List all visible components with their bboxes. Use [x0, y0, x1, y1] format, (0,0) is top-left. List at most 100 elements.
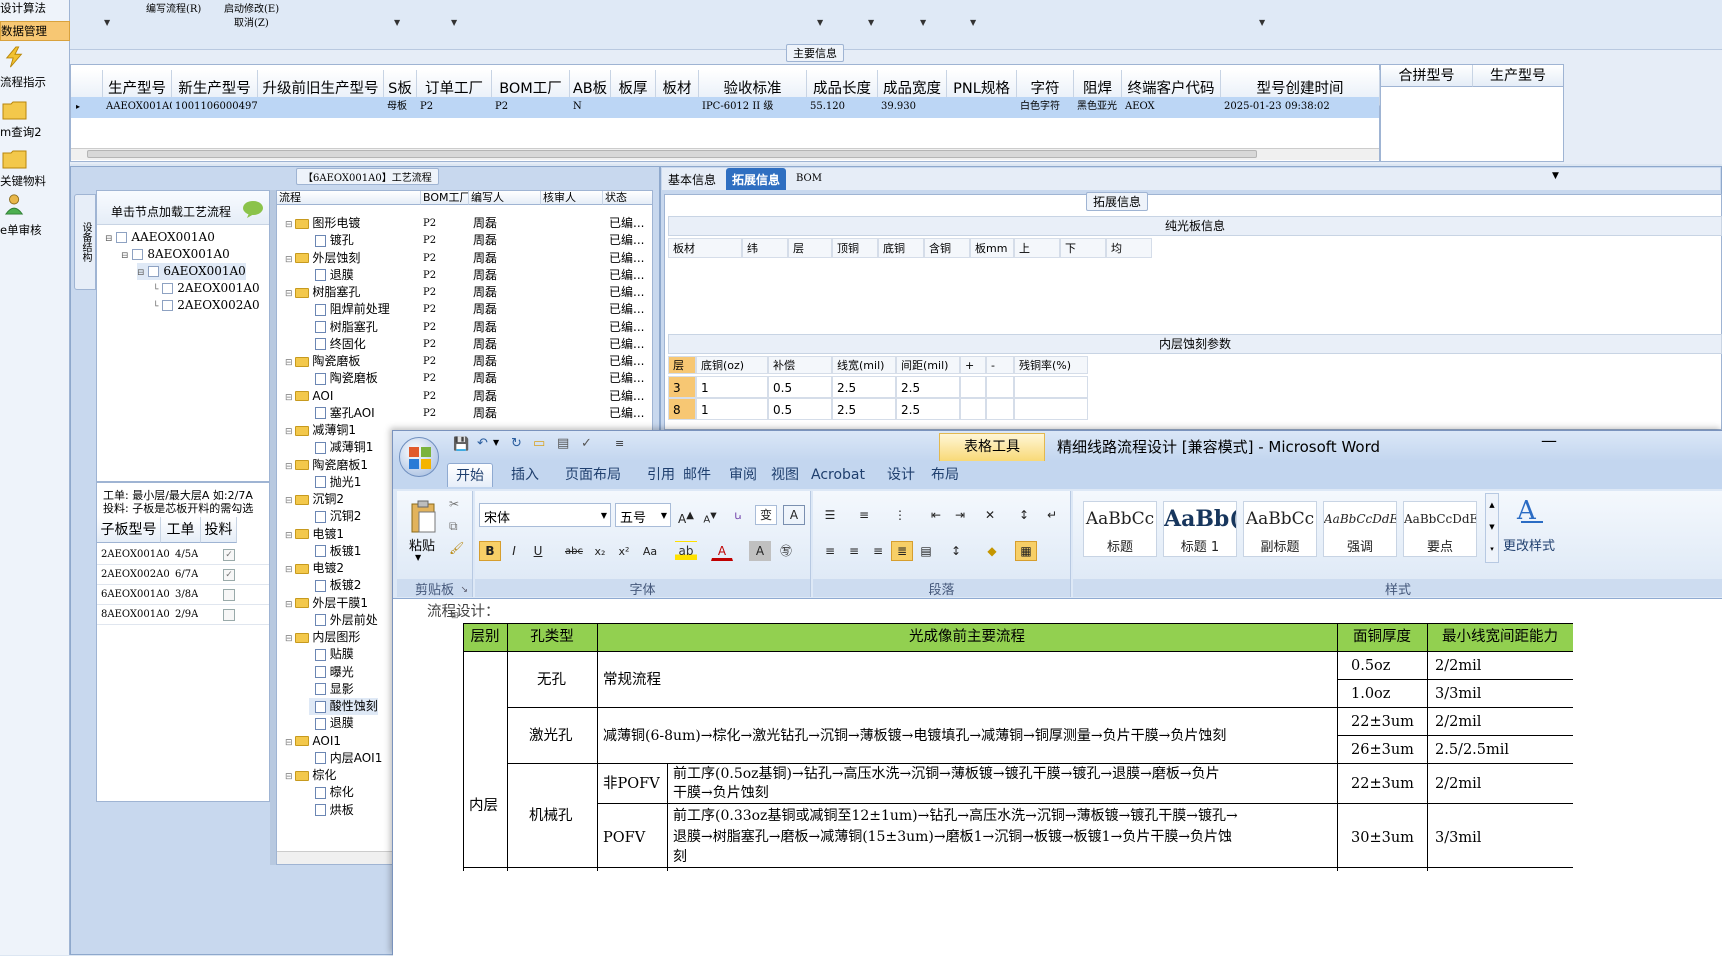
ribbon-tab[interactable]: 开始: [447, 463, 493, 487]
font-size-select[interactable]: 五号 ▼: [615, 503, 671, 527]
flow-column-header[interactable]: 状态: [603, 191, 652, 205]
ribbon-tab[interactable]: Acrobat: [803, 463, 873, 487]
ribbon-tab[interactable]: 视图: [763, 463, 807, 487]
copper-thickness-cell[interactable]: 26±3um: [1351, 741, 1414, 759]
flow-node[interactable]: 板镀1: [309, 543, 361, 560]
table-header-cell[interactable]: 光成像前主要流程: [597, 628, 1337, 646]
font-name-select[interactable]: 宋体 ▼: [479, 503, 611, 527]
cut-icon[interactable]: ✂: [449, 497, 459, 511]
table-cell[interactable]: 母板: [384, 97, 417, 117]
table-cell[interactable]: 10011060004977: [172, 97, 258, 117]
sub-table-header[interactable]: 子板型号: [97, 517, 161, 543]
highlight-icon[interactable]: ab: [675, 541, 697, 561]
etch-cell[interactable]: 2.5: [896, 376, 960, 398]
table-cell[interactable]: 黑色亚光: [1074, 97, 1122, 117]
etch-cell[interactable]: 1: [696, 398, 768, 420]
feed-checkbox[interactable]: [223, 609, 235, 621]
ribbon-tab[interactable]: 布局: [923, 463, 967, 487]
light-board-column[interactable]: 上: [1014, 238, 1060, 258]
flow-cell[interactable]: 前工序(0.33oz基铜或减铜至12±1um)→钻孔→高压水洗→沉铜→薄板镀→镀…: [673, 807, 1238, 825]
copper-thickness-cell[interactable]: 22±3um: [1351, 713, 1414, 731]
dialog-launcher-icon[interactable]: ↘: [460, 585, 468, 595]
production-model-header[interactable]: 生产型号: [1473, 65, 1563, 87]
feed-checkbox[interactable]: ✓: [223, 569, 235, 581]
table-header-cell[interactable]: 面铜厚度: [1337, 628, 1427, 646]
etch-column-header[interactable]: -: [986, 356, 1014, 374]
feed-checkbox[interactable]: ✓: [223, 549, 235, 561]
flow-node[interactable]: 烘板: [309, 802, 354, 819]
sub-board-order[interactable]: 3/8A: [175, 585, 198, 605]
etch-cell[interactable]: [986, 398, 1014, 420]
etch-column-header[interactable]: 间距(mil): [896, 356, 960, 374]
flow-node[interactable]: ⊟ 外层蚀刻: [285, 250, 360, 267]
bullets-icon[interactable]: ☰: [819, 505, 841, 525]
style-gallery-item[interactable]: AaBbCcDdE 要点: [1403, 501, 1477, 557]
save-icon[interactable]: 💾: [453, 437, 469, 452]
flow-node[interactable]: 塞孔AOI: [309, 405, 375, 422]
chevron-down-icon[interactable]: ▼: [1259, 18, 1265, 27]
tree-node[interactable]: ⊟ AAEOX001A0: [105, 229, 215, 246]
capability-cell[interactable]: 3/3mil: [1435, 829, 1481, 847]
etch-column-header[interactable]: 残铜率(%): [1014, 356, 1088, 374]
copper-thickness-cell[interactable]: 22±3um: [1351, 775, 1414, 793]
flow-node[interactable]: ⊟ 沉铜2: [285, 491, 344, 508]
write-flow-menu[interactable]: 编写流程(R): [146, 0, 201, 15]
cancel-menu[interactable]: 取消(Z): [234, 14, 269, 29]
checkbox[interactable]: [162, 283, 174, 294]
capability-cell[interactable]: 2/2mil: [1435, 657, 1481, 675]
scrollbar-thumb[interactable]: [87, 150, 1257, 158]
flow-column-header[interactable]: 流程: [277, 191, 421, 205]
table-cell[interactable]: IPC-6012 II 级: [699, 97, 807, 117]
tab-extended-info[interactable]: 拓展信息: [726, 168, 787, 190]
sub-board-model[interactable]: 8AEOX001A0: [101, 605, 170, 625]
table-header-cell[interactable]: 最小线宽间距能力: [1427, 628, 1573, 646]
sidebar-item-key-materials[interactable]: 关键物料: [0, 146, 70, 192]
flow-cell[interactable]: 刻: [673, 848, 687, 866]
open-icon[interactable]: ▭: [533, 436, 545, 451]
flow-column-header[interactable]: 核审人: [541, 191, 603, 205]
merge-model-header[interactable]: 合拼型号: [1381, 65, 1473, 87]
flow-node[interactable]: 退膜: [309, 267, 354, 284]
etch-column-header[interactable]: +: [960, 356, 986, 374]
light-board-column[interactable]: 均: [1106, 238, 1152, 258]
numbering-icon[interactable]: ≡: [853, 505, 875, 525]
flow-cell[interactable]: 前工序(0.5oz基铜)→钻孔→高压水洗→沉铜→薄板镀→镀孔干膜→镀孔→退膜→磨…: [673, 765, 1220, 783]
sub-board-model[interactable]: 2AEOX001A0: [101, 545, 170, 565]
minimize-icon[interactable]: —: [1541, 431, 1557, 450]
phonetic-guide-icon[interactable]: 变: [755, 505, 777, 525]
table-cell[interactable]: 2025-01-23 09:38:02: [1221, 97, 1380, 117]
change-case-button[interactable]: Aa: [639, 541, 661, 561]
checkbox[interactable]: [116, 232, 128, 243]
spelling-icon[interactable]: ✓: [581, 436, 592, 451]
flow-node[interactable]: 曝光: [309, 664, 354, 681]
align-right-icon[interactable]: ≡: [867, 541, 889, 561]
flow-node[interactable]: 显影: [309, 681, 354, 698]
character-shading-icon[interactable]: A: [749, 541, 771, 561]
office-button[interactable]: [399, 437, 439, 477]
chevron-down-icon[interactable]: ▼: [104, 18, 110, 27]
show-marks-icon[interactable]: ↵: [1041, 505, 1063, 525]
line-spacing-icon[interactable]: ↕: [945, 541, 967, 561]
flow-cell[interactable]: 退膜→树脂塞孔→磨板→减薄铜(15±3um)→磨板1→沉铜→板镀→板镀1→负片干…: [673, 828, 1232, 846]
italic-button[interactable]: I: [503, 541, 525, 561]
paste-icon[interactable]: [409, 499, 439, 535]
flow-node[interactable]: 阻焊前处理: [309, 301, 390, 318]
checkbox[interactable]: [132, 249, 144, 260]
sub-type-cell[interactable]: POFV: [603, 829, 645, 847]
shading-icon[interactable]: ◆: [981, 541, 1003, 561]
etch-cell[interactable]: 2.5: [832, 376, 896, 398]
subscript-button[interactable]: x₂: [589, 541, 611, 561]
chevron-down-icon[interactable]: ▼: [451, 18, 457, 27]
sub-table-header[interactable]: 工单: [161, 517, 201, 543]
underline-button[interactable]: U: [527, 541, 549, 561]
multilevel-list-icon[interactable]: ⋮: [889, 505, 911, 525]
flow-node[interactable]: ⊟ 外层干膜1: [285, 595, 368, 612]
flow-node[interactable]: ⊟ 减薄铜1: [285, 422, 356, 439]
etch-cell[interactable]: [960, 398, 986, 420]
flow-node[interactable]: 板镀2: [309, 577, 361, 594]
flow-cell[interactable]: 常规流程: [603, 671, 661, 689]
print-preview-icon[interactable]: ▤: [557, 436, 569, 451]
bold-button[interactable]: B: [479, 541, 501, 561]
vertical-tab-structure[interactable]: 设备结构: [74, 194, 96, 290]
justify-icon[interactable]: ≣: [891, 541, 913, 561]
